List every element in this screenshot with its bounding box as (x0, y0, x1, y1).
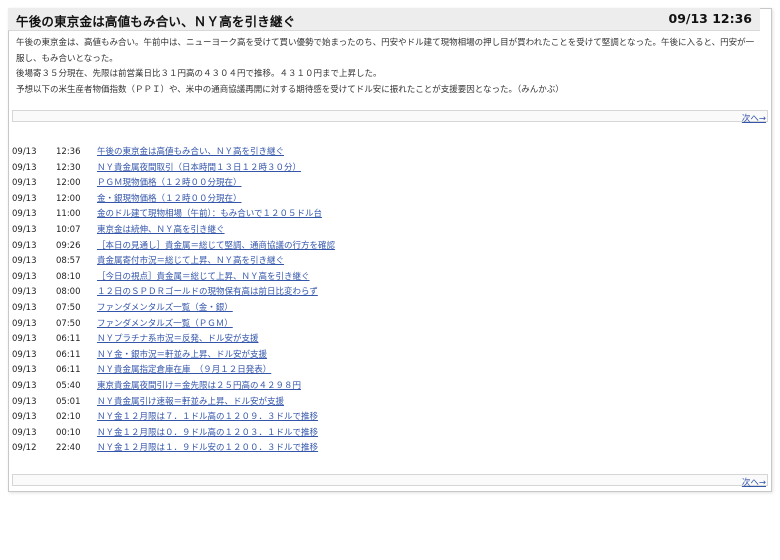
pager-bar-top (12, 110, 768, 122)
news-date: 09/13 (12, 365, 37, 376)
news-date: 09/13 (12, 256, 37, 267)
news-row: 09/13 12:00 ＰＧＭ現物価格（１２時００分現在） (10, 176, 750, 192)
news-time: 09:26 (56, 240, 81, 251)
next-page-link-top[interactable]: 次へ→ (742, 112, 766, 124)
news-headline-link[interactable]: ＮＹ金１２月限は０．９ドル高の１２０３．１ドルで推移 (97, 426, 318, 442)
news-row: 09/13 05:40 東京貴金属夜間引け＝金先限は２５円高の４２９８円 (10, 379, 750, 395)
article-body: 午後の東京金は、高値もみ合い。午前中は、ニューヨーク高を受けて買い優勢で始まった… (14, 36, 762, 98)
article-paragraph: 予想以下の米生産者物価指数（ＰＰＩ）や、米中の通商協議再開に対する期待感を受けて… (16, 84, 564, 95)
news-time: 06:11 (56, 349, 81, 360)
news-row: 09/13 10:07 東京金は続伸、ＮＹ高を引き継ぐ (10, 223, 750, 239)
news-headline-link[interactable]: ＮＹ貴金属引け速報＝軒並み上昇、ドル安が支援 (97, 395, 284, 411)
news-row: 09/13 00:10 ＮＹ金１２月限は０．９ドル高の１２０３．１ドルで推移 (10, 426, 750, 442)
pager-bar-bottom (12, 474, 768, 486)
news-headline-link[interactable]: 午後の東京金は高値もみ合い、ＮＹ高を引き継ぐ (97, 145, 284, 161)
news-time: 07:50 (56, 318, 81, 329)
article-title: 午後の東京金は高値もみ合い、ＮＹ高を引き継ぐ (16, 14, 296, 29)
article-paragraph: 午後の東京金は、高値もみ合い。午前中は、ニューヨーク高を受けて買い優勢で始まった… (16, 38, 755, 64)
news-time: 12:36 (56, 147, 81, 157)
news-time: 12:30 (56, 162, 81, 173)
news-row: 09/13 12:30 ＮＹ貴金属夜間取引（日本時間１３日１２時３０分） (10, 161, 750, 177)
news-date: 09/13 (12, 427, 37, 438)
news-headline-link[interactable]: ＮＹ金・銀市況＝軒並み上昇、ドル安が支援 (97, 348, 267, 364)
news-date: 09/13 (12, 209, 37, 220)
news-headline-link[interactable]: 貴金属寄付市況＝総じて上昇、ＮＹ高を引き継ぐ (97, 254, 284, 270)
news-time: 07:50 (56, 302, 81, 313)
news-headline-link[interactable]: ファンダメンタルズ一覧（ＰＧＭ） (97, 317, 233, 333)
news-headline-link[interactable]: ＮＹ貴金属指定倉庫在庫 （９月１２日発表） (97, 363, 271, 379)
news-time: 08:57 (56, 256, 81, 267)
news-headline-link[interactable]: 金のドル建て現物相場（午前）：もみ合いで１２０５ドル台 (97, 207, 322, 223)
news-row: 09/13 09:26 ［本日の見通し］貴金属＝総じて堅調、通商協議の行方を確認 (10, 239, 750, 255)
news-headline-link[interactable]: ＮＹ貴金属夜間取引（日本時間１３日１２時３０分） (97, 161, 301, 177)
news-time: 05:01 (56, 396, 81, 407)
news-row: 09/13 08:10 ［今日の視点］貴金属＝総じて上昇、ＮＹ高を引き継ぐ (10, 270, 750, 286)
news-row: 09/13 08:57 貴金属寄付市況＝総じて上昇、ＮＹ高を引き継ぐ (10, 254, 750, 270)
news-headline-link[interactable]: 東京金は続伸、ＮＹ高を引き継ぐ (97, 223, 225, 239)
news-row: 09/13 06:11 ＮＹ金・銀市況＝軒並み上昇、ドル安が支援 (10, 348, 750, 364)
next-page-link-bottom[interactable]: 次へ→ (742, 476, 766, 488)
news-date: 09/13 (12, 147, 37, 157)
page: 午後の東京金は高値もみ合い、ＮＹ高を引き継ぐ 09/13 12:36 午後の東京… (0, 0, 780, 560)
news-time: 12:00 (56, 193, 81, 204)
news-time: 06:11 (56, 334, 81, 345)
news-headline-link[interactable]: １２日のＳＰＤＲゴールドの現物保有高は前日比変わらず (97, 285, 318, 301)
news-headline-link[interactable]: ＮＹ金１２月限は７．１ドル高の１２０９．３ドルで推移 (97, 410, 318, 426)
news-date: 09/13 (12, 302, 37, 313)
news-row: 09/13 07:50 ファンダメンタルズ一覧（ＰＧＭ） (10, 317, 750, 333)
news-headline-link[interactable]: 東京貴金属夜間引け＝金先限は２５円高の４２９８円 (97, 379, 301, 395)
news-date: 09/13 (12, 334, 37, 345)
news-date: 09/13 (12, 287, 37, 298)
article-header: 午後の東京金は高値もみ合い、ＮＹ高を引き継ぐ 09/13 12:36 (8, 8, 760, 31)
news-headline-link[interactable]: ＮＹプラチナ系市況＝反発、ドル安が支援 (97, 332, 259, 348)
news-row: 09/13 06:11 ＮＹプラチナ系市況＝反発、ドル安が支援 (10, 332, 750, 348)
news-date: 09/13 (12, 224, 37, 235)
news-row: 09/13 06:11 ＮＹ貴金属指定倉庫在庫 （９月１２日発表） (10, 363, 750, 379)
news-time: 10:07 (56, 224, 81, 235)
news-headline-link[interactable]: ＰＧＭ現物価格（１２時００分現在） (97, 176, 242, 192)
news-row: 09/13 08:00 １２日のＳＰＤＲゴールドの現物保有高は前日比変わらず (10, 285, 750, 301)
news-date: 09/13 (12, 396, 37, 407)
news-headline-link[interactable]: 金・銀現物価格（１２時００分現在） (97, 192, 242, 208)
news-list: 09/13 12:36 午後の東京金は高値もみ合い、ＮＹ高を引き継ぐ 09/13 12:… (10, 145, 750, 457)
news-row: 09/13 05:01 ＮＹ貴金属引け速報＝軒並み上昇、ドル安が支援 (10, 395, 750, 411)
article-paragraph: 後場寄３５分現在、先限は前営業日比３１円高の４３０４円で推移。４３１０円まで上昇… (16, 69, 382, 79)
article-datetime: 09/13 12:36 (668, 11, 753, 26)
news-time: 12:00 (56, 178, 81, 189)
news-time: 06:11 (56, 365, 81, 376)
news-headline-link[interactable]: ［本日の見通し］貴金属＝総じて堅調、通商協議の行方を確認 (97, 239, 335, 255)
news-time: 08:00 (56, 287, 81, 298)
news-date: 09/13 (12, 380, 37, 391)
news-headline-link[interactable]: ファンダメンタルズ一覧（金・銀） (97, 301, 233, 317)
news-date: 09/13 (12, 318, 37, 329)
news-time: 11:00 (56, 209, 81, 220)
news-date: 09/12 (12, 443, 37, 454)
news-time: 22:40 (56, 443, 81, 454)
news-date: 09/13 (12, 162, 37, 173)
news-row: 09/12 22:40 ＮＹ金１２月限は１．９ドル安の１２００．３ドルで推移 (10, 441, 750, 457)
news-time: 02:10 (56, 412, 81, 423)
news-row: 09/13 12:00 金・銀現物価格（１２時００分現在） (10, 192, 750, 208)
news-row: 09/13 11:00 金のドル建て現物相場（午前）：もみ合いで１２０５ドル台 (10, 207, 750, 223)
news-row: 09/13 07:50 ファンダメンタルズ一覧（金・銀） (10, 301, 750, 317)
news-date: 09/13 (12, 271, 37, 282)
news-time: 00:10 (56, 427, 81, 438)
news-date: 09/13 (12, 349, 37, 360)
news-headline-link[interactable]: ［今日の視点］貴金属＝総じて上昇、ＮＹ高を引き継ぐ (97, 270, 310, 286)
news-headline-link[interactable]: ＮＹ金１２月限は１．９ドル安の１２００．３ドルで推移 (97, 441, 318, 457)
news-row: 09/13 12:36 午後の東京金は高値もみ合い、ＮＹ高を引き継ぐ (10, 145, 750, 161)
news-row: 09/13 02:10 ＮＹ金１２月限は７．１ドル高の１２０９．３ドルで推移 (10, 410, 750, 426)
news-date: 09/13 (12, 240, 37, 251)
news-date: 09/13 (12, 178, 37, 189)
news-date: 09/13 (12, 412, 37, 423)
news-date: 09/13 (12, 193, 37, 204)
news-time: 05:40 (56, 380, 81, 391)
news-time: 08:10 (56, 271, 81, 282)
